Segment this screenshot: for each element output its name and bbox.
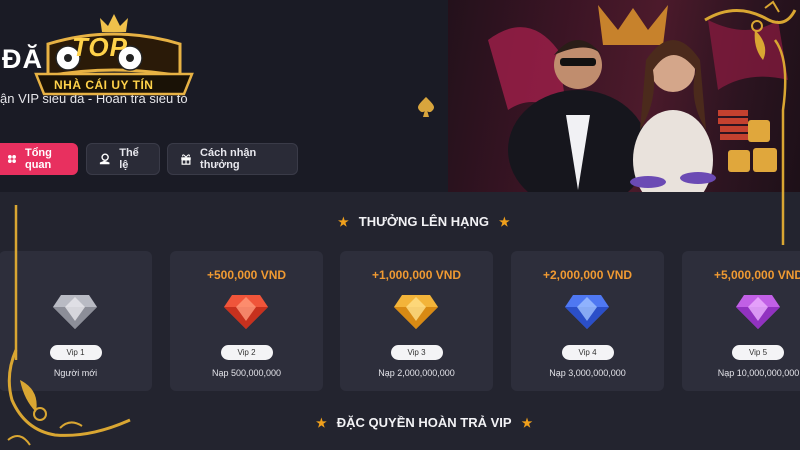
vip-requirement: Nạp 3,000,000,000 (549, 368, 626, 378)
vip-reward: +2,000,000 VND (542, 268, 633, 282)
vip-requirement: Nạp 10,000,000,000 (717, 368, 800, 378)
section-rank-rewards-title: THƯỞNG LÊN HẠNG (358, 214, 489, 229)
section-cashback-title: ĐẶC QUYỀN HOÀN TRẢ VIP (336, 415, 512, 430)
vip-reward: +500,000 VND (206, 268, 287, 282)
vip-card-3: +1,000,000 VND Vip 3 Nạp 2,000,000,000 (340, 251, 493, 391)
vip-level-badge: Vip 3 (390, 345, 443, 360)
star-icon: ★ (316, 415, 327, 430)
promo-photo (448, 0, 800, 192)
tab-rules-label: Thể lệ (119, 147, 139, 171)
vip-reward: +5,000,000 VND (713, 268, 800, 282)
tab-how-to-claim-label: Cách nhận thưởng (200, 147, 257, 171)
hero-banner: ĐĂ VIP ận VIP siêu đã - Hoàn trả siêu to (0, 0, 800, 192)
vip-card-2: +500,000 VND Vip 2 Nạp 500,000,000 (170, 251, 323, 391)
tab-overview[interactable]: Tổng quan (0, 143, 78, 175)
section-rank-rewards: ★ THƯỞNG LÊN HẠNG ★ (338, 214, 510, 229)
logo-text-subtitle: NHÀ CÁI UY TÍN (54, 78, 154, 92)
vip-level-badge: Vip 2 (220, 345, 273, 360)
vip-requirement: Nạp 500,000,000 (211, 368, 282, 378)
vip-card-5: +5,000,000 VND Vip 5 Nạp 10,000,000,000 (682, 251, 800, 391)
diamond-icon (53, 295, 97, 329)
tab-overview-label: Tổng quan (24, 147, 52, 171)
grid-icon (7, 155, 16, 163)
star-icon: ★ (521, 415, 533, 430)
diamond-icon (565, 295, 609, 329)
diamond-icon (736, 295, 780, 329)
vip-level-badge: Vip 4 (561, 345, 614, 360)
vip-requirement: Người mới (53, 368, 98, 378)
vip-requirement: Nạp 2,000,000,000 (378, 368, 455, 378)
logo-text-top: TOP (72, 32, 128, 62)
vip-level-badge: Vip 1 (49, 345, 102, 360)
tab-how-to-claim[interactable]: Cách nhận thưởng (167, 143, 298, 175)
vip-reward: +1,000,000 VND (371, 268, 462, 282)
tab-rules[interactable]: Thể lệ (86, 143, 160, 175)
vip-card-4: +2,000,000 VND Vip 4 Nạp 3,000,000,000 (511, 251, 664, 391)
vip-level-badge: Vip 5 (732, 345, 784, 360)
diamond-icon (224, 295, 268, 329)
star-icon: ★ (498, 214, 510, 229)
gear-hand-icon (99, 153, 110, 165)
vip-card-1: Vip 1 Người mới (0, 251, 152, 391)
diamond-icon (394, 295, 438, 329)
section-cashback: ★ ĐẶC QUYỀN HOÀN TRẢ VIP ★ (316, 415, 532, 430)
star-icon: ★ (338, 214, 349, 229)
gift-icon (181, 154, 191, 165)
spade-icon (418, 97, 434, 117)
